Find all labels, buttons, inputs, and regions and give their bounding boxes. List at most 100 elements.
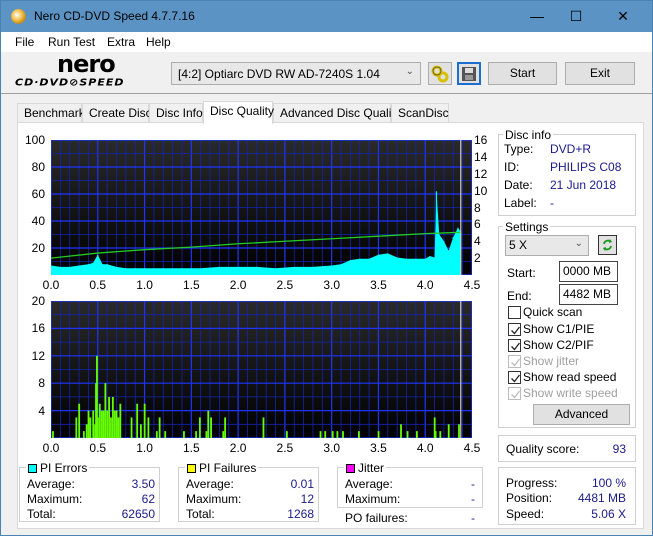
pi-errors-total-label: Total:: [27, 507, 56, 521]
quality-score-label: Quality score:: [506, 442, 580, 456]
po-failures-value: -: [471, 511, 475, 525]
x-tick-label: 2.0: [229, 278, 247, 292]
app-icon: [11, 9, 26, 24]
close-button[interactable]: ✕: [600, 1, 646, 32]
tab-disc-quality[interactable]: Disc Quality: [203, 101, 274, 124]
disc-type-label: Type:: [504, 142, 534, 156]
checkbox-show-c2-pif[interactable]: [508, 339, 521, 352]
x-tick-label: 4.5: [463, 441, 481, 455]
window-title: Nero CD-DVD Speed 4.7.7.16: [34, 9, 195, 23]
pi-failures-bar: [115, 410, 118, 438]
pi-failures-bar: [147, 417, 150, 438]
pi-failures-bar: [52, 431, 54, 438]
pi-failures-total-label: Total:: [186, 507, 215, 521]
pi-failures-bar: [447, 424, 450, 438]
pi-failures-bar: [108, 396, 111, 438]
tab-scandisc[interactable]: ScanDisc: [391, 103, 449, 123]
pi-failures-bar: [342, 431, 344, 438]
menu-extra[interactable]: Extra: [107, 35, 135, 49]
po-failures-label: PO failures:: [345, 511, 408, 525]
drive-config-button[interactable]: [428, 62, 452, 85]
pi-failures-bar: [82, 431, 85, 438]
chevron-down-icon: ⌄: [574, 238, 583, 249]
pi-failures-bar: [100, 410, 103, 438]
start-input[interactable]: 0000 MB: [559, 261, 618, 282]
checkbox-quick-scan[interactable]: [508, 306, 521, 319]
checkmark-icon: [511, 390, 521, 399]
tab-create-disc[interactable]: Create Disc: [82, 103, 152, 123]
speed-value: 5.06 X: [591, 507, 626, 521]
pi-failures-bar: [155, 431, 158, 438]
y2-tick-label: 4: [474, 234, 481, 249]
pi-failures-bar: [102, 410, 105, 438]
checkbox-label-show-read-speed[interactable]: Show read speed: [523, 370, 616, 384]
checkbox-show-c1-pie[interactable]: [508, 323, 521, 336]
position-value: 4481 MB: [577, 491, 626, 505]
x-tick-label: 1.0: [136, 441, 153, 455]
pi-failures-bar: [143, 403, 146, 438]
pi-failures-bar: [434, 431, 437, 438]
x-tick-label: 4.0: [416, 278, 434, 292]
jitter-average-value: -: [471, 477, 475, 491]
x-tick-label: 3.0: [323, 441, 340, 455]
y-tick-label: 4: [38, 403, 45, 418]
tab-disc-info[interactable]: Disc Info: [149, 103, 203, 123]
pi-failures-bar: [106, 410, 109, 438]
checkbox-show-read-speed[interactable]: [508, 371, 521, 384]
y-tick-label: 40: [31, 214, 45, 228]
pi-errors-maximum-label: Maximum:: [27, 492, 83, 506]
y2-tick-label: 12: [474, 166, 488, 181]
exit-button[interactable]: Exit: [565, 62, 635, 85]
checkmark-icon: [511, 358, 521, 367]
start-button[interactable]: Start: [488, 62, 557, 85]
pi-failures-bar: [198, 417, 201, 438]
refresh-speed-button[interactable]: [598, 235, 617, 255]
checkbox-label-show-c1-pie[interactable]: Show C1/PIE: [523, 322, 594, 336]
pi-failures-bar: [78, 403, 81, 438]
y2-tick-label: 14: [474, 149, 488, 164]
maximize-button[interactable]: ☐: [553, 1, 599, 32]
disc-label-value: -: [550, 196, 554, 210]
pi-failures-bar: [207, 410, 210, 438]
menu-bar: File Run Test Extra Help: [1, 32, 652, 52]
x-tick-label: 0.0: [42, 441, 60, 455]
pi-failures-total-value: 1268: [287, 507, 314, 521]
jitter-maximum-label: Maximum:: [345, 492, 401, 506]
x-tick-label: 0.0: [42, 278, 60, 292]
save-button[interactable]: [457, 62, 481, 85]
speed-label: Speed:: [506, 507, 545, 521]
pi-failures-bar: [336, 431, 339, 438]
pi-failures-bar: [89, 417, 92, 438]
end-input[interactable]: 4482 MB: [559, 284, 618, 305]
drive-select[interactable]: [4:2] Optiarc DVD RW AD-7240S 1.04 ⌄: [171, 62, 421, 85]
menu-file[interactable]: File: [15, 35, 34, 49]
pi-errors-chart: [51, 140, 472, 275]
speed-select[interactable]: 5 X ⌄: [505, 235, 589, 256]
position-label: Position:: [506, 491, 553, 505]
pi-failures-bar: [136, 403, 139, 438]
pi-failures-bar: [406, 431, 409, 438]
menu-help[interactable]: Help: [146, 35, 171, 49]
tab-advanced-disc-quality[interactable]: Advanced Disc Quality: [273, 103, 401, 123]
pi-failures-bar: [75, 417, 78, 438]
pi-failures-bar: [113, 410, 116, 438]
tab-benchmark[interactable]: Benchmark: [17, 103, 85, 123]
y-tick-label: 100: [24, 133, 45, 147]
checkbox-label-quick-scan[interactable]: Quick scan: [523, 305, 582, 319]
floppy-disk-icon: [462, 67, 476, 81]
pi-failures-bar: [262, 417, 265, 438]
disc-id-label: ID:: [504, 160, 520, 174]
advanced-button[interactable]: Advanced: [533, 404, 630, 425]
x-tick-label: 2.5: [276, 278, 294, 292]
menu-run-test[interactable]: Run Test: [48, 35, 95, 49]
checkbox-label-show-c2-pif[interactable]: Show C2/PIF: [523, 338, 594, 352]
jitter-legend-text: Jitter: [358, 461, 385, 475]
pi-failures-bar: [400, 424, 402, 438]
nero-logo: nero CD·DVD⊘SPEED: [15, 50, 165, 94]
x-tick-label: 4.0: [416, 441, 434, 455]
y2-tick-label: 10: [474, 183, 488, 198]
checkbox-show-jitter: [508, 355, 521, 368]
x-tick-label: 2.5: [276, 441, 294, 455]
disc-label-label: Label:: [504, 196, 537, 210]
pi-failures-bar: [130, 417, 133, 438]
